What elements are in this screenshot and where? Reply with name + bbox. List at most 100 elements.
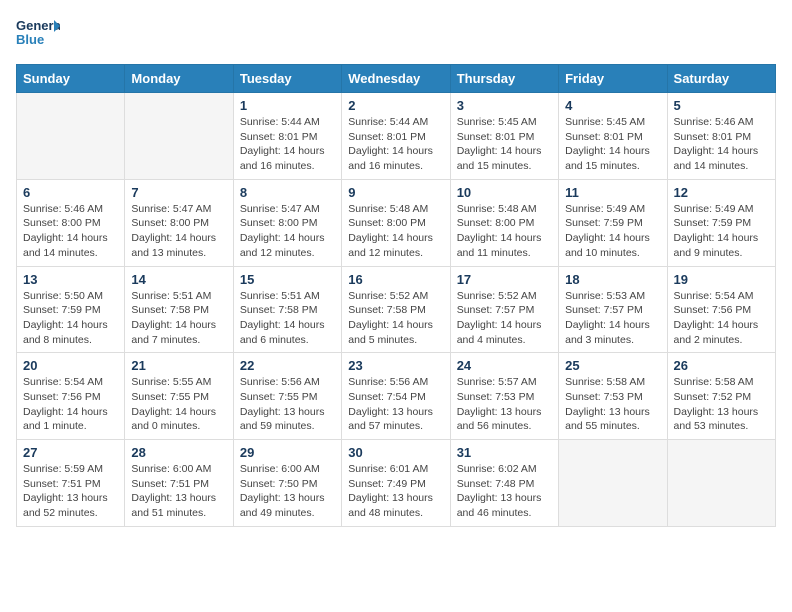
calendar-day-cell: 19 Sunrise: 5:54 AM Sunset: 7:56 PM Dayli… bbox=[667, 266, 775, 353]
day-info: Sunrise: 5:50 AM Sunset: 7:59 PM Dayligh… bbox=[23, 289, 118, 348]
day-info: Sunrise: 6:00 AM Sunset: 7:51 PM Dayligh… bbox=[131, 462, 226, 521]
day-info: Sunrise: 5:54 AM Sunset: 7:56 PM Dayligh… bbox=[23, 375, 118, 434]
weekday-header: Sunday bbox=[17, 65, 125, 93]
day-number: 30 bbox=[348, 445, 443, 460]
day-info: Sunrise: 5:56 AM Sunset: 7:55 PM Dayligh… bbox=[240, 375, 335, 434]
day-info: Sunrise: 5:49 AM Sunset: 7:59 PM Dayligh… bbox=[565, 202, 660, 261]
calendar-week-row: 1 Sunrise: 5:44 AM Sunset: 8:01 PM Daylig… bbox=[17, 93, 776, 180]
day-info: Sunrise: 5:47 AM Sunset: 8:00 PM Dayligh… bbox=[131, 202, 226, 261]
day-number: 14 bbox=[131, 272, 226, 287]
day-number: 18 bbox=[565, 272, 660, 287]
svg-text:General: General bbox=[16, 18, 60, 33]
calendar-day-cell: 12 Sunrise: 5:49 AM Sunset: 7:59 PM Dayli… bbox=[667, 179, 775, 266]
day-number: 27 bbox=[23, 445, 118, 460]
day-number: 19 bbox=[674, 272, 769, 287]
day-info: Sunrise: 5:53 AM Sunset: 7:57 PM Dayligh… bbox=[565, 289, 660, 348]
day-info: Sunrise: 5:52 AM Sunset: 7:58 PM Dayligh… bbox=[348, 289, 443, 348]
calendar-day-cell: 17Sunrise: 5:52 AM Sunset: 7:57 PM Dayli… bbox=[450, 266, 558, 353]
calendar-day-cell: 11 Sunrise: 5:49 AM Sunset: 7:59 PM Dayli… bbox=[559, 179, 667, 266]
day-info: Sunrise: 5:49 AM Sunset: 7:59 PM Dayligh… bbox=[674, 202, 769, 261]
day-number: 12 bbox=[674, 185, 769, 200]
calendar-day-cell: 4 Sunrise: 5:45 AM Sunset: 8:01 PM Daylig… bbox=[559, 93, 667, 180]
day-info: Sunrise: 5:58 AM Sunset: 7:53 PM Dayligh… bbox=[565, 375, 660, 434]
day-info: Sunrise: 5:46 AM Sunset: 8:01 PM Dayligh… bbox=[674, 115, 769, 174]
page-header: General Blue bbox=[16, 16, 776, 52]
day-info: Sunrise: 5:46 AM Sunset: 8:00 PM Dayligh… bbox=[23, 202, 118, 261]
weekday-header: Monday bbox=[125, 65, 233, 93]
day-info: Sunrise: 5:48 AM Sunset: 8:00 PM Dayligh… bbox=[348, 202, 443, 261]
day-info: Sunrise: 5:45 AM Sunset: 8:01 PM Dayligh… bbox=[565, 115, 660, 174]
calendar-day-cell: 21Sunrise: 5:55 AM Sunset: 7:55 PM Dayli… bbox=[125, 353, 233, 440]
calendar-week-row: 6 Sunrise: 5:46 AM Sunset: 8:00 PM Daylig… bbox=[17, 179, 776, 266]
calendar-day-cell: 25 Sunrise: 5:58 AM Sunset: 7:53 PM Dayli… bbox=[559, 353, 667, 440]
calendar-day-cell: 22 Sunrise: 5:56 AM Sunset: 7:55 PM Dayli… bbox=[233, 353, 341, 440]
calendar-day-cell: 28Sunrise: 6:00 AM Sunset: 7:51 PM Dayli… bbox=[125, 440, 233, 527]
day-number: 24 bbox=[457, 358, 552, 373]
day-number: 21 bbox=[131, 358, 226, 373]
day-number: 20 bbox=[23, 358, 118, 373]
day-info: Sunrise: 5:45 AM Sunset: 8:01 PM Dayligh… bbox=[457, 115, 552, 174]
calendar-day-cell: 10Sunrise: 5:48 AM Sunset: 8:00 PM Dayli… bbox=[450, 179, 558, 266]
day-info: Sunrise: 5:52 AM Sunset: 7:57 PM Dayligh… bbox=[457, 289, 552, 348]
day-number: 5 bbox=[674, 98, 769, 113]
day-number: 13 bbox=[23, 272, 118, 287]
weekday-header: Thursday bbox=[450, 65, 558, 93]
calendar-day-cell: 18 Sunrise: 5:53 AM Sunset: 7:57 PM Dayli… bbox=[559, 266, 667, 353]
calendar-day-cell: 29 Sunrise: 6:00 AM Sunset: 7:50 PM Dayli… bbox=[233, 440, 341, 527]
day-info: Sunrise: 5:47 AM Sunset: 8:00 PM Dayligh… bbox=[240, 202, 335, 261]
day-number: 2 bbox=[348, 98, 443, 113]
day-info: Sunrise: 6:00 AM Sunset: 7:50 PM Dayligh… bbox=[240, 462, 335, 521]
day-number: 6 bbox=[23, 185, 118, 200]
day-number: 31 bbox=[457, 445, 552, 460]
calendar-day-cell: 26 Sunrise: 5:58 AM Sunset: 7:52 PM Dayli… bbox=[667, 353, 775, 440]
day-info: Sunrise: 5:56 AM Sunset: 7:54 PM Dayligh… bbox=[348, 375, 443, 434]
day-info: Sunrise: 5:48 AM Sunset: 8:00 PM Dayligh… bbox=[457, 202, 552, 261]
calendar-week-row: 13 Sunrise: 5:50 AM Sunset: 7:59 PM Dayli… bbox=[17, 266, 776, 353]
calendar-week-row: 27 Sunrise: 5:59 AM Sunset: 7:51 PM Dayli… bbox=[17, 440, 776, 527]
day-info: Sunrise: 5:51 AM Sunset: 7:58 PM Dayligh… bbox=[240, 289, 335, 348]
logo: General Blue bbox=[16, 16, 60, 52]
day-number: 26 bbox=[674, 358, 769, 373]
weekday-header: Saturday bbox=[667, 65, 775, 93]
day-info: Sunrise: 5:57 AM Sunset: 7:53 PM Dayligh… bbox=[457, 375, 552, 434]
day-number: 29 bbox=[240, 445, 335, 460]
svg-text:Blue: Blue bbox=[16, 32, 44, 47]
calendar-day-cell: 20 Sunrise: 5:54 AM Sunset: 7:56 PM Dayli… bbox=[17, 353, 125, 440]
day-number: 9 bbox=[348, 185, 443, 200]
day-info: Sunrise: 5:59 AM Sunset: 7:51 PM Dayligh… bbox=[23, 462, 118, 521]
day-number: 25 bbox=[565, 358, 660, 373]
calendar-day-cell: 30 Sunrise: 6:01 AM Sunset: 7:49 PM Dayli… bbox=[342, 440, 450, 527]
calendar-week-row: 20 Sunrise: 5:54 AM Sunset: 7:56 PM Dayli… bbox=[17, 353, 776, 440]
day-number: 23 bbox=[348, 358, 443, 373]
calendar-day-cell: 5 Sunrise: 5:46 AM Sunset: 8:01 PM Daylig… bbox=[667, 93, 775, 180]
day-info: Sunrise: 6:01 AM Sunset: 7:49 PM Dayligh… bbox=[348, 462, 443, 521]
calendar-day-cell: 2 Sunrise: 5:44 AM Sunset: 8:01 PM Daylig… bbox=[342, 93, 450, 180]
day-info: Sunrise: 5:44 AM Sunset: 8:01 PM Dayligh… bbox=[348, 115, 443, 174]
day-info: Sunrise: 5:51 AM Sunset: 7:58 PM Dayligh… bbox=[131, 289, 226, 348]
calendar-day-cell: 16 Sunrise: 5:52 AM Sunset: 7:58 PM Dayli… bbox=[342, 266, 450, 353]
calendar-day-cell bbox=[667, 440, 775, 527]
calendar-table: SundayMondayTuesdayWednesdayThursdayFrid… bbox=[16, 64, 776, 527]
weekday-header: Tuesday bbox=[233, 65, 341, 93]
day-number: 4 bbox=[565, 98, 660, 113]
day-number: 16 bbox=[348, 272, 443, 287]
day-number: 3 bbox=[457, 98, 552, 113]
calendar-day-cell: 24 Sunrise: 5:57 AM Sunset: 7:53 PM Dayli… bbox=[450, 353, 558, 440]
day-number: 11 bbox=[565, 185, 660, 200]
calendar-day-cell bbox=[125, 93, 233, 180]
day-number: 15 bbox=[240, 272, 335, 287]
weekday-header: Friday bbox=[559, 65, 667, 93]
calendar-day-cell bbox=[559, 440, 667, 527]
calendar-day-cell: 27 Sunrise: 5:59 AM Sunset: 7:51 PM Dayli… bbox=[17, 440, 125, 527]
calendar-day-cell: 13 Sunrise: 5:50 AM Sunset: 7:59 PM Dayli… bbox=[17, 266, 125, 353]
calendar-day-cell: 31Sunrise: 6:02 AM Sunset: 7:48 PM Dayli… bbox=[450, 440, 558, 527]
weekday-header: Wednesday bbox=[342, 65, 450, 93]
day-number: 22 bbox=[240, 358, 335, 373]
calendar-day-cell: 7Sunrise: 5:47 AM Sunset: 8:00 PM Daylig… bbox=[125, 179, 233, 266]
day-number: 1 bbox=[240, 98, 335, 113]
logo-svg: General Blue bbox=[16, 16, 60, 52]
calendar-day-cell: 9 Sunrise: 5:48 AM Sunset: 8:00 PM Daylig… bbox=[342, 179, 450, 266]
calendar-day-cell: 15 Sunrise: 5:51 AM Sunset: 7:58 PM Dayli… bbox=[233, 266, 341, 353]
day-info: Sunrise: 5:58 AM Sunset: 7:52 PM Dayligh… bbox=[674, 375, 769, 434]
day-info: Sunrise: 5:54 AM Sunset: 7:56 PM Dayligh… bbox=[674, 289, 769, 348]
